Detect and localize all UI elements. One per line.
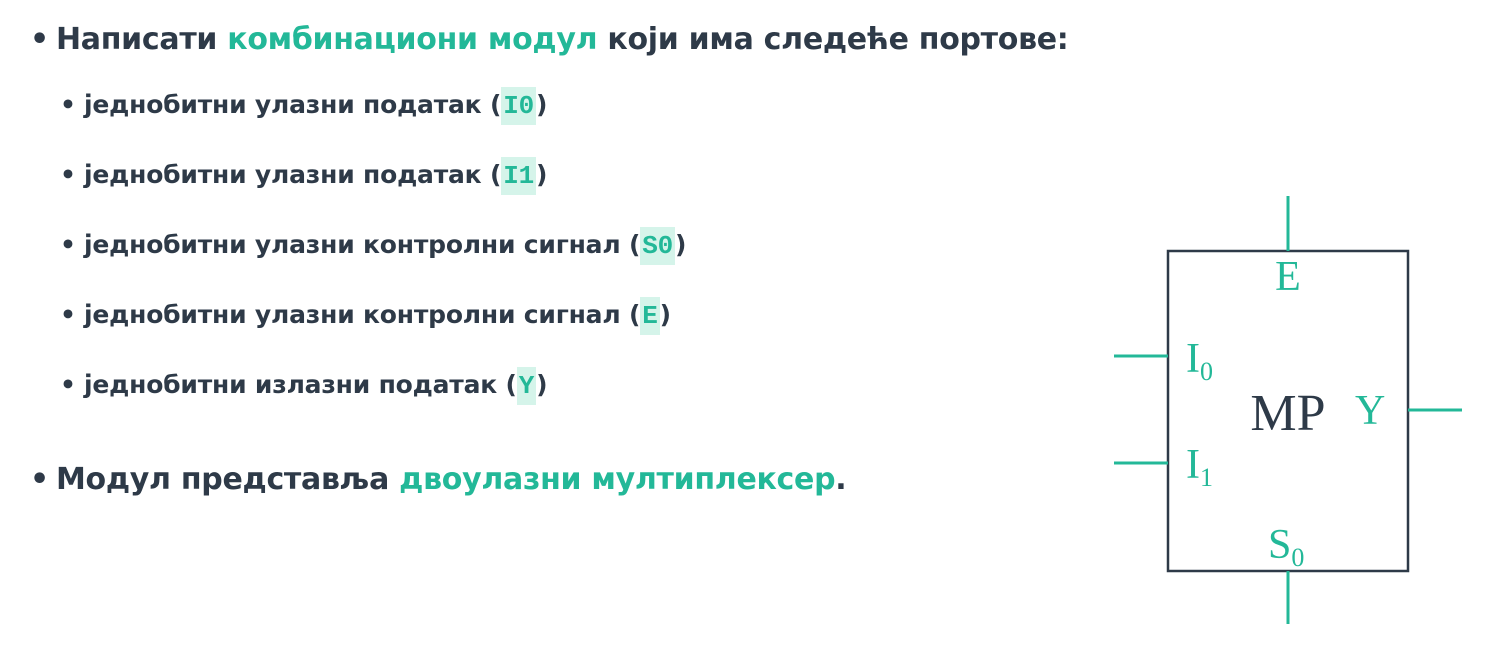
intro-bullet: • Написати комбинациони модул који има сл… bbox=[30, 22, 1069, 57]
intro-prefix: Написати bbox=[56, 22, 228, 57]
port-code: E bbox=[640, 297, 660, 335]
port-item-i1: • једнобитни улазни податак (I1) bbox=[60, 157, 548, 195]
select-letter: S bbox=[1268, 522, 1291, 568]
enable-label: E bbox=[1275, 254, 1301, 300]
module-description-bullet: • Модул представља двоулазни мултиплексер… bbox=[30, 462, 847, 497]
port-close: ) bbox=[536, 90, 548, 119]
port-description: једнобитни улазни податак ( bbox=[84, 160, 502, 189]
block-label: MP bbox=[1250, 385, 1325, 442]
input1-letter: I bbox=[1186, 442, 1200, 488]
select-subscript: 0 bbox=[1291, 543, 1304, 572]
bullet-marker: • bbox=[60, 230, 76, 259]
port-description: једнобитни улазни контролни сигнал ( bbox=[84, 300, 641, 329]
port-close: ) bbox=[659, 300, 671, 329]
intro-suffix: који има следеће портове: bbox=[597, 22, 1069, 57]
multiplexer-diagram: E MP Y I0 I1 S0 bbox=[1114, 196, 1462, 624]
module-highlight: двоулазни мултиплексер bbox=[399, 462, 836, 497]
output-label: Y bbox=[1355, 388, 1385, 434]
bullet-marker: • bbox=[60, 160, 76, 189]
port-item-e: • једнобитни улазни контролни сигнал (E) bbox=[60, 297, 671, 335]
port-code: Y bbox=[516, 367, 537, 405]
port-close: ) bbox=[536, 370, 548, 399]
port-close: ) bbox=[536, 160, 548, 189]
bullet-marker: • bbox=[60, 300, 76, 329]
input1-subscript: 1 bbox=[1200, 463, 1213, 492]
bullet-marker: • bbox=[60, 370, 76, 399]
bullet-marker: • bbox=[30, 462, 49, 497]
port-description: једнобитни улазни контролни сигнал ( bbox=[84, 230, 641, 259]
port-close: ) bbox=[675, 230, 687, 259]
port-item-y: • једнобитни излазни податак (Y) bbox=[60, 367, 548, 405]
bullet-marker: • bbox=[30, 22, 49, 57]
port-code: I1 bbox=[501, 157, 536, 195]
input0-letter: I bbox=[1186, 336, 1200, 382]
module-prefix: Модул представља bbox=[56, 462, 400, 497]
intro-highlight: комбинациони модул bbox=[227, 22, 598, 57]
port-code: S0 bbox=[640, 227, 675, 265]
port-description: једнобитни улазни податак ( bbox=[84, 90, 502, 119]
input0-subscript: 0 bbox=[1200, 357, 1213, 386]
module-suffix: . bbox=[835, 462, 847, 497]
port-item-s0: • једнобитни улазни контролни сигнал (S0) bbox=[60, 227, 687, 265]
port-description: једнобитни излазни податак ( bbox=[84, 370, 517, 399]
port-code: I0 bbox=[501, 87, 536, 125]
port-item-i0: • једнобитни улазни податак (I0) bbox=[60, 87, 548, 125]
bullet-marker: • bbox=[60, 90, 76, 119]
